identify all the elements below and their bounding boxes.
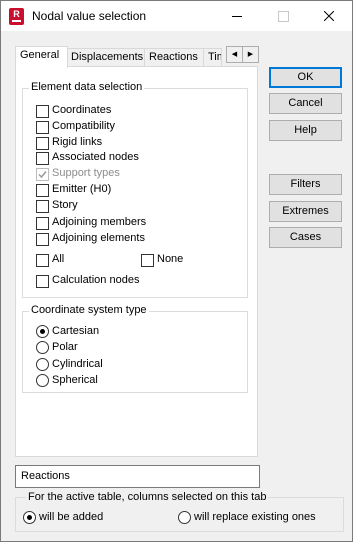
element-data-selection-group: Element data selection Coordinates Compa… (22, 81, 248, 298)
arrow-left-icon: ◀ (231, 51, 238, 58)
close-button[interactable] (306, 1, 352, 31)
cancel-button[interactable]: Cancel (269, 93, 342, 114)
nodal-value-selection-dialog: R Nodal value selection General Displace… (0, 0, 353, 542)
table-columns-title: For the active table, columns selected o… (26, 491, 269, 503)
tab-time[interactable]: Tim (203, 48, 222, 67)
help-button[interactable]: Help (269, 120, 342, 141)
tab-displacements[interactable]: Displacements (66, 48, 145, 67)
table-columns-group: For the active table, columns selected o… (15, 491, 344, 532)
tab-reactions[interactable]: Reactions (144, 48, 204, 67)
close-icon (324, 11, 334, 21)
element-data-selection-title: Element data selection (29, 81, 145, 93)
active-table-field: Reactions (15, 465, 260, 488)
checkmark-icon (38, 171, 47, 179)
tab-general[interactable]: General (15, 46, 68, 68)
tab-scroll-left-button[interactable]: ◀ (226, 46, 243, 63)
coordinate-system-group: Coordinate system type Cartesian Polar C… (22, 304, 248, 393)
maximize-button[interactable] (260, 1, 306, 31)
tab-panel-general: Element data selection Coordinates Compa… (15, 66, 258, 457)
extremes-button[interactable]: Extremes (269, 201, 342, 222)
coordinate-system-title: Coordinate system type (29, 304, 149, 316)
tab-scroll-right-button[interactable]: ▶ (242, 46, 259, 63)
arrow-right-icon: ▶ (247, 51, 254, 58)
minimize-button[interactable] (214, 1, 260, 31)
window-title: Nodal value selection (32, 9, 147, 23)
filters-button[interactable]: Filters (269, 174, 342, 195)
title-bar: R Nodal value selection (1, 1, 352, 31)
app-logo-icon: R (9, 8, 24, 25)
ok-button[interactable]: OK (269, 67, 342, 88)
cases-button[interactable]: Cases (269, 227, 342, 248)
